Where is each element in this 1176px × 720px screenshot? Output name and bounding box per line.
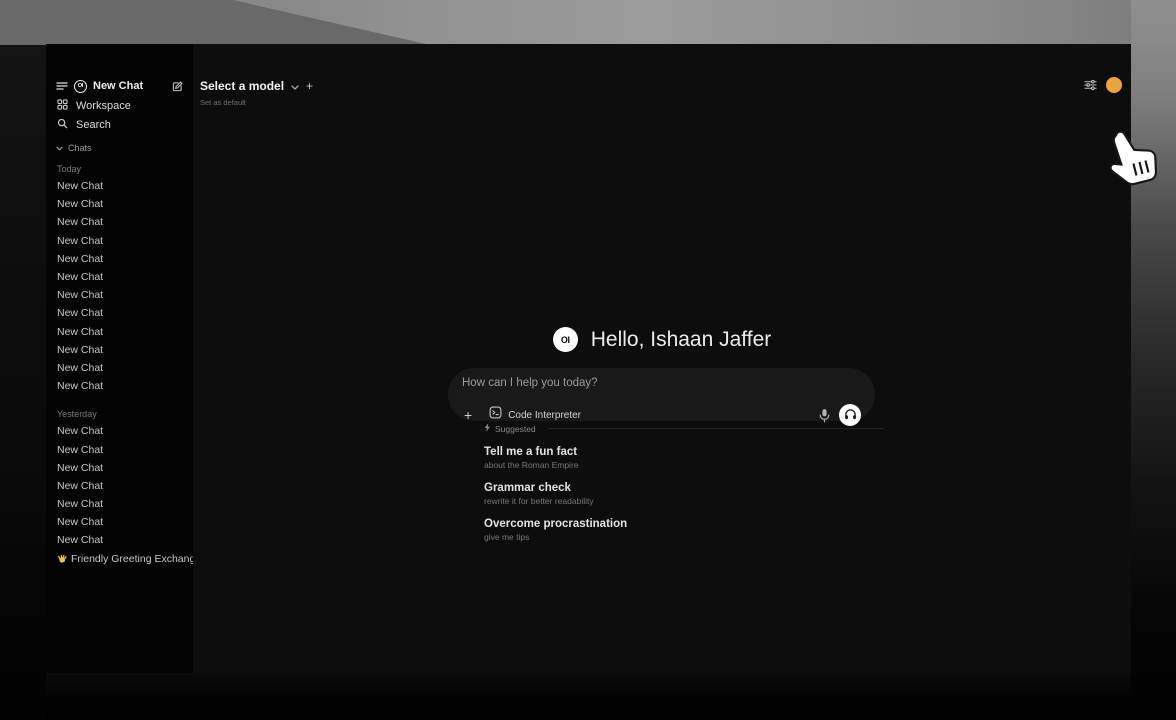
chat-list-item[interactable]: New Chat <box>46 531 193 549</box>
chat-list-item[interactable]: New Chat <box>46 195 193 213</box>
chat-group-label: Yesterday <box>46 395 193 422</box>
chat-list-item[interactable]: New Chat <box>46 286 193 304</box>
suggested-prompt-title: Overcome procrastination <box>484 518 884 530</box>
chats-section-label: Chats <box>68 143 92 153</box>
suggested-prompt-title: Tell me a fun fact <box>484 446 884 458</box>
chevron-down-icon[interactable] <box>291 77 299 95</box>
user-avatar[interactable] <box>1106 77 1122 93</box>
sidebar-item-label: Workspace <box>76 100 131 112</box>
terminal-icon <box>489 406 502 424</box>
greeting-text: Hello, Ishaan Jaffer <box>591 328 772 352</box>
sidebar: OI New Chat Workspace <box>46 44 193 673</box>
headphones-icon <box>844 408 857 423</box>
chat-list-item[interactable]: New Chat <box>46 422 193 440</box>
chat-list-item[interactable]: New Chat <box>46 304 193 322</box>
search-icon <box>57 118 68 132</box>
suggested-section: Suggested Tell me a fun fact about the Ro… <box>484 423 884 542</box>
suggested-header: Suggested <box>484 423 884 434</box>
chat-list-item[interactable]: New Chat <box>46 250 193 268</box>
chat-list-item[interactable]: New Chat <box>46 232 193 250</box>
chat-group-label: Today <box>46 155 193 177</box>
suggested-label: Suggested <box>495 424 536 434</box>
openwebui-logo-icon: OI <box>74 80 87 93</box>
microphone-icon[interactable] <box>819 408 830 423</box>
chat-input[interactable] <box>462 377 861 397</box>
wallpaper-top <box>0 0 1176 45</box>
chevron-down-icon <box>56 143 63 153</box>
wallpaper-left <box>0 45 46 720</box>
chat-list-item[interactable]: New Chat <box>46 213 193 231</box>
sidebar-toggle-icon[interactable] <box>56 81 68 91</box>
sidebar-item-workspace[interactable]: Workspace <box>46 96 193 115</box>
suggested-prompt-subtitle: about the Roman Empire <box>484 460 884 470</box>
bolt-icon <box>484 423 491 434</box>
wave-emoji-icon <box>57 554 67 564</box>
chat-list-item[interactable]: New Chat <box>46 268 193 286</box>
chat-input-box: + Code Interpreter <box>448 368 875 421</box>
chat-list-item[interactable]: New Chat <box>46 377 193 395</box>
main-content: Select a model + Set as default <box>193 44 1131 673</box>
wallpaper-bottom <box>46 673 1131 720</box>
openwebui-logo-icon: OI <box>553 327 578 352</box>
attach-plus-button[interactable]: + <box>462 408 474 422</box>
chat-list: TodayNew ChatNew ChatNew ChatNew ChatNew… <box>46 155 193 568</box>
model-selector[interactable]: Select a model <box>200 79 284 93</box>
set-as-default-link[interactable]: Set as default <box>200 98 313 107</box>
chat-list-item[interactable]: New Chat <box>46 513 193 531</box>
chat-list-item-label: Friendly Greeting Exchange <box>71 553 193 565</box>
suggested-prompt[interactable]: Tell me a fun fact about the Roman Empire <box>484 446 884 470</box>
sidebar-new-chat-title[interactable]: New Chat <box>93 80 166 92</box>
suggested-prompt[interactable]: Overcome procrastination give me tips <box>484 518 884 542</box>
chat-list-item[interactable]: New Chat <box>46 177 193 195</box>
suggested-prompt-subtitle: rewrite it for better readability <box>484 496 884 506</box>
greeting-row: OI Hello, Ishaan Jaffer <box>193 327 1131 352</box>
suggested-prompt[interactable]: Grammar check rewrite it for better reada… <box>484 482 884 506</box>
add-model-button[interactable]: + <box>306 79 313 93</box>
chat-list-item[interactable]: New Chat <box>46 495 193 513</box>
suggested-prompt-subtitle: give me tips <box>484 532 884 542</box>
topbar: Select a model + Set as default <box>200 77 313 107</box>
new-chat-pencil-icon[interactable] <box>172 81 183 92</box>
suggested-prompt-title: Grammar check <box>484 482 884 494</box>
sidebar-item-label: Search <box>76 119 111 131</box>
topbar-right <box>1084 77 1122 93</box>
chat-list-item[interactable]: New Chat <box>46 341 193 359</box>
chat-list-item[interactable]: New Chat <box>46 440 193 458</box>
sidebar-header: OI New Chat <box>46 76 193 96</box>
code-interpreter-toggle[interactable]: Code Interpreter <box>489 406 581 424</box>
chat-list-item[interactable]: New Chat <box>46 323 193 341</box>
chats-section-toggle[interactable]: Chats <box>46 141 193 155</box>
chat-list-item[interactable]: New Chat <box>46 459 193 477</box>
wallpaper-right <box>1131 0 1176 720</box>
sidebar-item-search[interactable]: Search <box>46 115 193 134</box>
chat-list-item[interactable]: New Chat <box>46 477 193 495</box>
code-interpreter-label: Code Interpreter <box>508 410 581 421</box>
suggested-prompts: Tell me a fun fact about the Roman Empire… <box>484 446 884 542</box>
app-window: OI New Chat Workspace <box>46 44 1131 673</box>
chat-list-item[interactable]: New Chat <box>46 359 193 377</box>
desktop-background: OI New Chat Workspace <box>0 0 1176 720</box>
chat-list-item-named[interactable]: Friendly Greeting Exchange <box>46 550 193 568</box>
grid-icon <box>57 99 68 113</box>
controls-sliders-icon[interactable] <box>1084 79 1097 91</box>
